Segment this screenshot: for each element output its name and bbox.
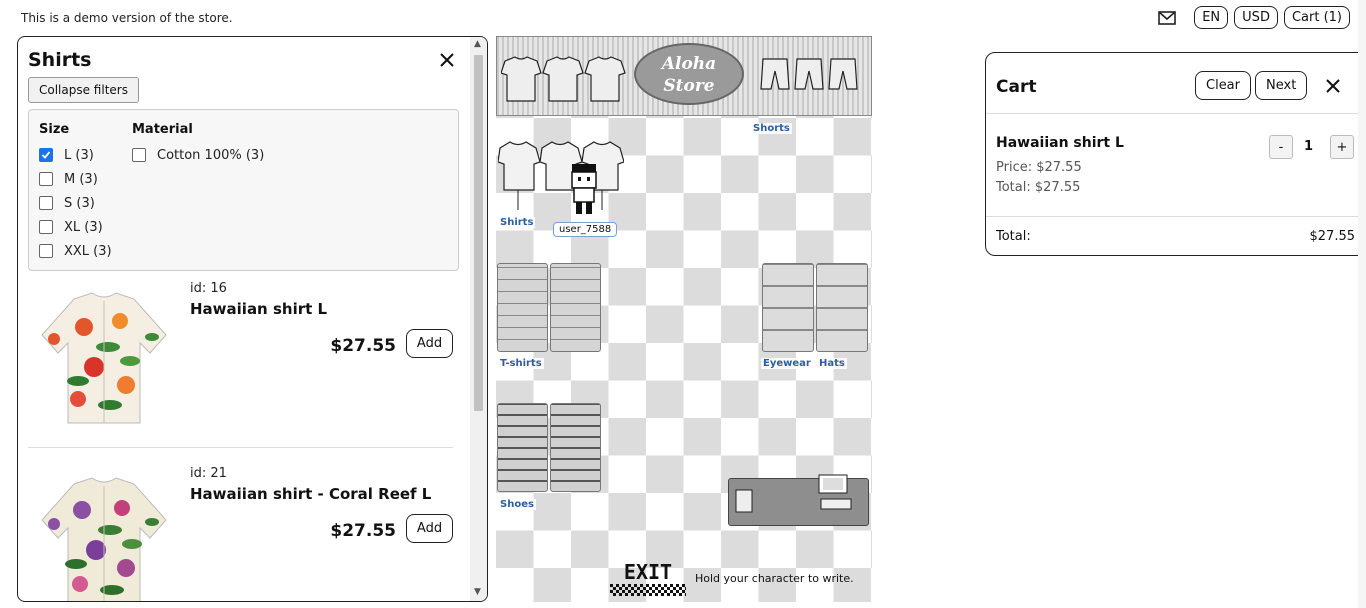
checker-flag-icon xyxy=(610,584,686,596)
size-option-label: L (3) xyxy=(64,147,94,163)
product-card: id: 21 Hawaiian shirt - Coral Reef L $27… xyxy=(28,466,453,601)
tshirt-shelf xyxy=(497,263,548,352)
material-option-label: Cotton 100% (3) xyxy=(157,147,265,163)
product-price: $27.55 xyxy=(330,521,396,541)
checkbox[interactable] xyxy=(39,220,53,234)
demo-notice: This is a demo version of the store. xyxy=(21,11,233,25)
map-label-shorts: Shorts xyxy=(751,123,792,134)
hint-text: Hold your character to write. xyxy=(695,572,854,585)
cart-divider xyxy=(986,216,1366,217)
cart-panel: Cart Clear Next Hawaiian shirt L - 1 + P… xyxy=(985,52,1366,256)
cart-button[interactable]: Cart (1) xyxy=(1283,6,1350,29)
category-panel: Shirts Collapse filters Size L (3) M (3)… xyxy=(17,36,488,602)
store-sign: Aloha Store xyxy=(634,43,744,105)
product-id: id: 16 xyxy=(190,281,227,296)
tshirt-shelf xyxy=(550,263,601,352)
exit-label: EXIT xyxy=(623,560,673,584)
top-actions: EN USD Cart (1) xyxy=(1156,6,1350,29)
add-to-cart-button[interactable]: Add xyxy=(406,514,453,543)
product-divider xyxy=(28,447,453,448)
size-heading: Size xyxy=(39,122,70,137)
page-scrollbar[interactable] xyxy=(1358,0,1366,608)
size-option-xl[interactable]: XL (3) xyxy=(39,215,112,239)
store-wall: Aloha Store xyxy=(496,36,872,116)
language-button[interactable]: EN xyxy=(1194,6,1229,29)
cart-item-price: Price: $27.55 xyxy=(996,160,1082,175)
scroll-thumb[interactable] xyxy=(474,55,483,411)
material-heading: Material xyxy=(132,122,193,137)
shirt-rack-icon xyxy=(501,56,626,102)
decrease-quantity-button[interactable]: - xyxy=(1269,135,1293,159)
map-label-hats: Hats xyxy=(817,358,847,369)
player-character-icon[interactable] xyxy=(566,162,602,218)
size-option-m[interactable]: M (3) xyxy=(39,167,112,191)
mail-icon[interactable] xyxy=(1156,7,1178,29)
material-filter: Material Cotton 100% (3) xyxy=(132,122,264,167)
cart-item-total: Total: $27.55 xyxy=(996,180,1081,195)
close-icon[interactable] xyxy=(1325,78,1341,94)
cashier-desk xyxy=(728,474,869,526)
add-to-cart-button[interactable]: Add xyxy=(406,329,453,358)
size-option-s[interactable]: S (3) xyxy=(39,191,112,215)
size-option-label: XXL (3) xyxy=(64,243,112,259)
next-button[interactable]: Next xyxy=(1255,71,1308,100)
size-option-label: XL (3) xyxy=(64,219,103,235)
size-option-xxl[interactable]: XXL (3) xyxy=(39,239,112,263)
product-id: id: 21 xyxy=(190,466,227,481)
panel-title: Shirts xyxy=(28,49,92,71)
map-label-shoes: Shoes xyxy=(498,499,536,510)
increase-quantity-button[interactable]: + xyxy=(1330,135,1354,159)
cart-divider xyxy=(986,113,1366,114)
shoes-shelf xyxy=(550,403,601,492)
map-label-tshirts: T-shirts xyxy=(498,358,544,369)
hats-shelf xyxy=(816,263,868,352)
checkbox[interactable] xyxy=(132,148,146,162)
product-price: $27.55 xyxy=(330,336,396,356)
material-option-cotton[interactable]: Cotton 100% (3) xyxy=(132,143,264,167)
cart-item-name: Hawaiian shirt L xyxy=(996,135,1124,151)
close-icon[interactable] xyxy=(438,51,456,69)
checkbox[interactable] xyxy=(39,172,53,186)
size-option-l[interactable]: L (3) xyxy=(39,143,112,167)
shoes-shelf xyxy=(497,403,548,492)
shirt-display-icon xyxy=(498,141,624,210)
collapse-filters-button[interactable]: Collapse filters xyxy=(28,77,139,103)
product-image[interactable] xyxy=(34,287,174,427)
map-label-shirts: Shirts xyxy=(498,217,536,228)
checkbox[interactable] xyxy=(39,244,53,258)
currency-button[interactable]: USD xyxy=(1234,6,1278,29)
panel-scrollbar[interactable]: ▲ ▼ xyxy=(470,37,487,601)
map-label-eyewear: Eyewear xyxy=(761,358,813,369)
product-name[interactable]: Hawaiian shirt L xyxy=(190,300,327,318)
username-tag: user_7588 xyxy=(553,222,618,237)
cart-total-value: $27.55 xyxy=(1309,229,1356,244)
eyewear-shelf xyxy=(762,263,814,352)
scroll-down-icon[interactable]: ▼ xyxy=(474,587,481,597)
exit-sign[interactable]: EXIT xyxy=(610,562,686,598)
product-name[interactable]: Hawaiian shirt - Coral Reef L xyxy=(190,485,431,503)
computer-icon xyxy=(818,474,852,510)
cart-title: Cart xyxy=(996,77,1037,97)
quantity-value: 1 xyxy=(1304,139,1314,154)
clear-cart-button[interactable]: Clear xyxy=(1195,71,1251,100)
filters-box: Size L (3) M (3) S (3) XL (3) XXL (3) Ma… xyxy=(28,109,459,271)
checkbox[interactable] xyxy=(39,196,53,210)
product-image[interactable] xyxy=(34,472,174,601)
store-map[interactable]: Aloha Store Shorts Shirts user_7588 T-sh… xyxy=(496,36,872,602)
checkbox-checked-icon[interactable] xyxy=(39,148,53,162)
size-option-label: M (3) xyxy=(64,171,98,187)
size-filter: Size L (3) M (3) S (3) XL (3) XXL (3) xyxy=(39,122,112,263)
scroll-up-icon[interactable]: ▲ xyxy=(474,39,481,49)
shorts-rack-icon xyxy=(760,58,858,90)
size-option-label: S (3) xyxy=(64,195,95,211)
cart-total-label: Total: xyxy=(996,229,1031,244)
phone-icon xyxy=(735,489,753,513)
product-card: id: 16 Hawaiian shirt L $27.55 Add xyxy=(28,281,453,451)
